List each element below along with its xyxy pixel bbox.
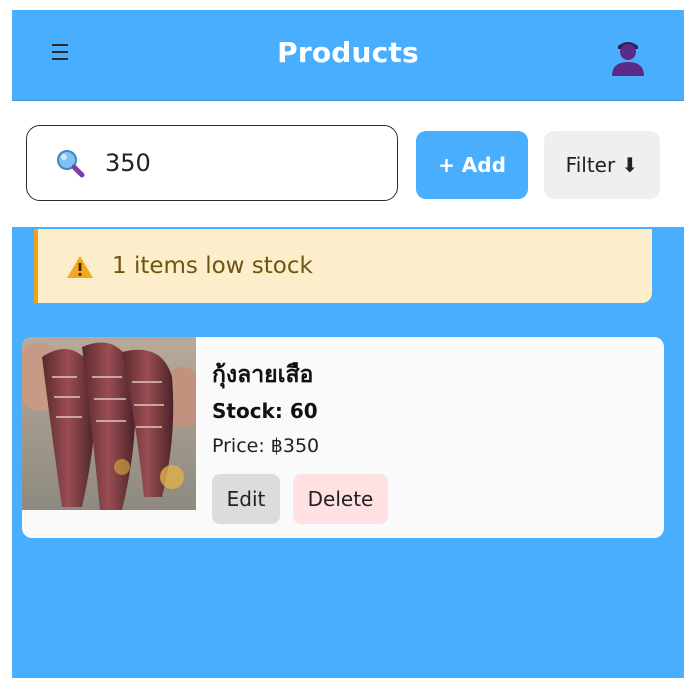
product-price: Price: ฿350 <box>212 435 320 457</box>
product-stock: Stock: 60 <box>212 399 318 423</box>
filter-button[interactable]: Filter ⬇ <box>544 131 660 199</box>
delete-button[interactable]: Delete <box>293 474 388 524</box>
search-input[interactable] <box>105 146 375 180</box>
product-card: กุ้งลายเสือ Stock: 60 Price: ฿350 Edit D… <box>22 337 664 538</box>
warning-icon <box>66 255 94 279</box>
search-icon <box>55 148 85 178</box>
edit-button[interactable]: Edit <box>212 474 280 524</box>
app-header: Products <box>12 10 684 101</box>
alert-text: 1 items low stock <box>112 253 313 279</box>
app-frame: Products + Add Filter ⬇ <box>12 10 684 678</box>
page-title: Products <box>277 36 419 69</box>
toolbar: + Add Filter ⬇ <box>12 101 684 227</box>
add-product-button[interactable]: + Add <box>416 131 528 199</box>
user-avatar-icon[interactable] <box>608 36 648 76</box>
product-name: กุ้งลายเสือ <box>212 362 314 388</box>
search-box[interactable] <box>26 125 398 201</box>
product-image <box>22 337 204 510</box>
low-stock-alert: 1 items low stock <box>34 229 652 303</box>
